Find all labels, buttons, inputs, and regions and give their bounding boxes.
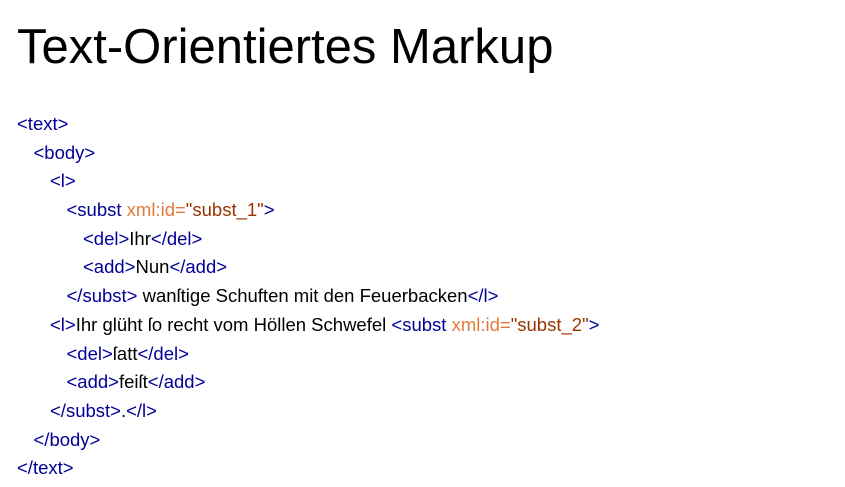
code-tag: </l> [467,285,499,307]
code-attribute-value: "subst_2" [510,313,589,335]
code-line: <l>Ihr glüht ſo recht vom Höllen Schwefe… [17,311,599,340]
code-text: wanſtige Schuften mit den Feuerbacken [137,285,468,307]
code-line: </body> [17,426,599,455]
code-line: <del>ſatt</del> [17,340,599,369]
code-tag: <l> [50,170,76,192]
code-attribute: xml:id= [451,313,511,335]
code-text: Ihr [129,227,151,249]
code-tag: <add> [83,256,136,278]
code-tag: <text> [17,113,69,134]
code-attribute: xml:id= [126,199,186,221]
code-line: <del>Ihr</del> [17,225,599,254]
code-tag: > [263,199,275,221]
code-tag: </subst> [66,285,138,307]
code-attribute-value: "subst_1" [185,199,264,221]
code-line: </subst>.</l> [17,397,599,426]
code-tag: </del> [150,227,203,249]
code-tag: </body> [33,428,101,450]
code-text: feiſt [118,371,148,393]
code-tag: </add> [147,371,206,393]
code-tag: > [588,313,600,335]
code-line: </subst> wanſtige Schuften mit den Feuer… [17,282,599,311]
slide-title: Text-Orientiertes Markup [17,20,554,74]
code-line: </text> [17,454,599,483]
code-text: ſatt [112,342,138,364]
code-tag: <subst [66,199,127,221]
code-text: Nun [135,256,170,278]
code-line: <add>Nun</add> [17,253,599,282]
code-line: <l> [17,167,599,196]
code-line: <subst xml:id="subst_1"> [17,196,599,225]
code-tag: </subst> [50,399,121,421]
code-tag: <subst [391,313,452,335]
code-tag: <del> [66,342,113,364]
code-tag: </l> [126,399,157,421]
code-tag: <add> [66,371,119,393]
code-tag: <body> [33,141,96,163]
code-line: <text> [17,110,599,139]
code-tag: <del> [83,227,130,249]
code-tag: </add> [169,256,228,278]
code-tag: </text> [17,457,74,479]
code-line: <add>feiſt</add> [17,368,599,397]
code-line: <body> [17,139,599,168]
code-text: Ihr glüht ſo recht vom Höllen Schwefel [75,313,392,335]
code-tag: <l> [50,313,76,335]
code-listing: <text> <body> <l> <subst xml:id="subst_1"> <… [17,110,599,483]
code-tag: </del> [137,342,189,364]
